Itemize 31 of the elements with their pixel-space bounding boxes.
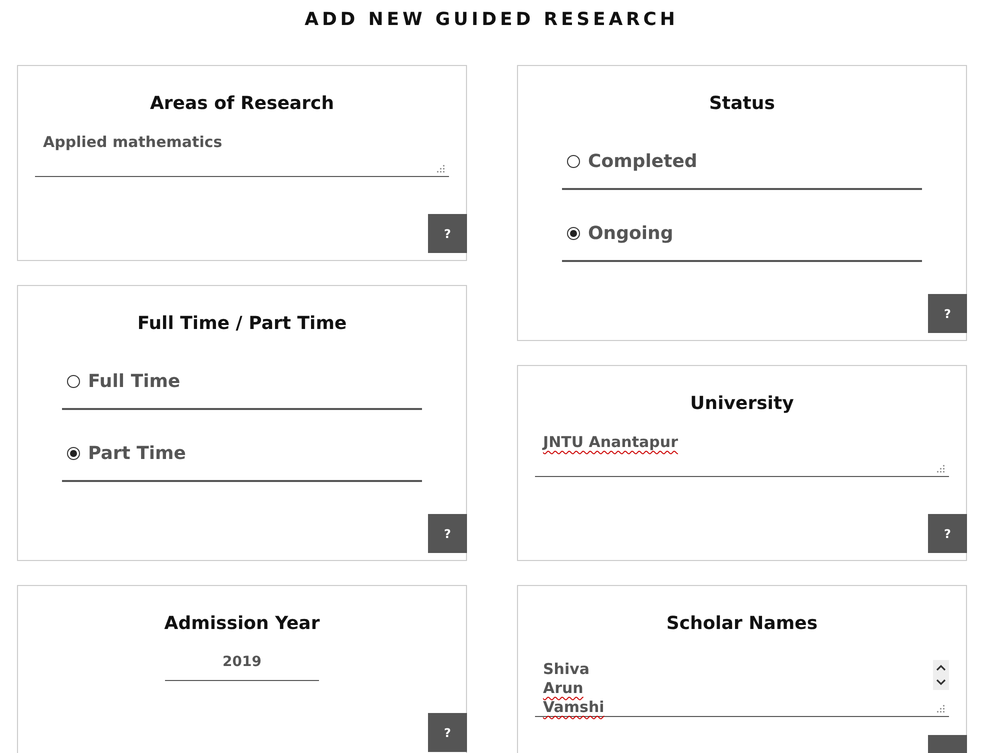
option-label[interactable]: Part Time <box>88 442 186 464</box>
field-label: Scholar Names <box>665 613 819 634</box>
radio-button[interactable] <box>67 374 80 388</box>
text-area[interactable]: Applied mathematics <box>35 132 449 177</box>
text-area[interactable]: Shiva Arun Vamshi <box>535 660 949 717</box>
help-button[interactable]: ? <box>428 214 467 253</box>
field-label: University <box>689 393 795 414</box>
radio-button[interactable] <box>67 446 80 460</box>
page-title: ADD NEW GUIDED RESEARCH <box>304 8 680 32</box>
help-button[interactable]: ? <box>928 294 967 333</box>
field-label: Status <box>708 93 776 114</box>
resize-grip-icon[interactable] <box>937 705 945 713</box>
radio-button[interactable] <box>567 226 580 240</box>
radio-button[interactable] <box>567 154 580 168</box>
option-label[interactable]: Ongoing <box>588 222 674 244</box>
field-label: Full Time / Part Time <box>136 313 348 334</box>
option-label[interactable]: Completed <box>588 150 698 172</box>
help-button[interactable]: ? <box>428 514 467 553</box>
resize-grip-icon[interactable] <box>937 465 945 473</box>
year-field[interactable]: 2019 <box>165 654 319 681</box>
field-label: Areas of Research <box>148 93 336 114</box>
help-button[interactable]: ? <box>428 713 467 752</box>
text-area[interactable]: JNTU Anantapur <box>535 432 949 477</box>
field-label: Admission Year <box>163 613 321 634</box>
scholar-name: Arun <box>543 679 584 698</box>
scroll-arrows-icon[interactable] <box>933 660 949 690</box>
option-label[interactable]: Full Time <box>88 370 180 392</box>
resize-grip-icon[interactable] <box>437 165 445 173</box>
help-button[interactable]: ? <box>928 514 967 553</box>
scholar-name: Vamshi <box>543 698 604 717</box>
scholar-name: Shiva <box>543 660 590 679</box>
